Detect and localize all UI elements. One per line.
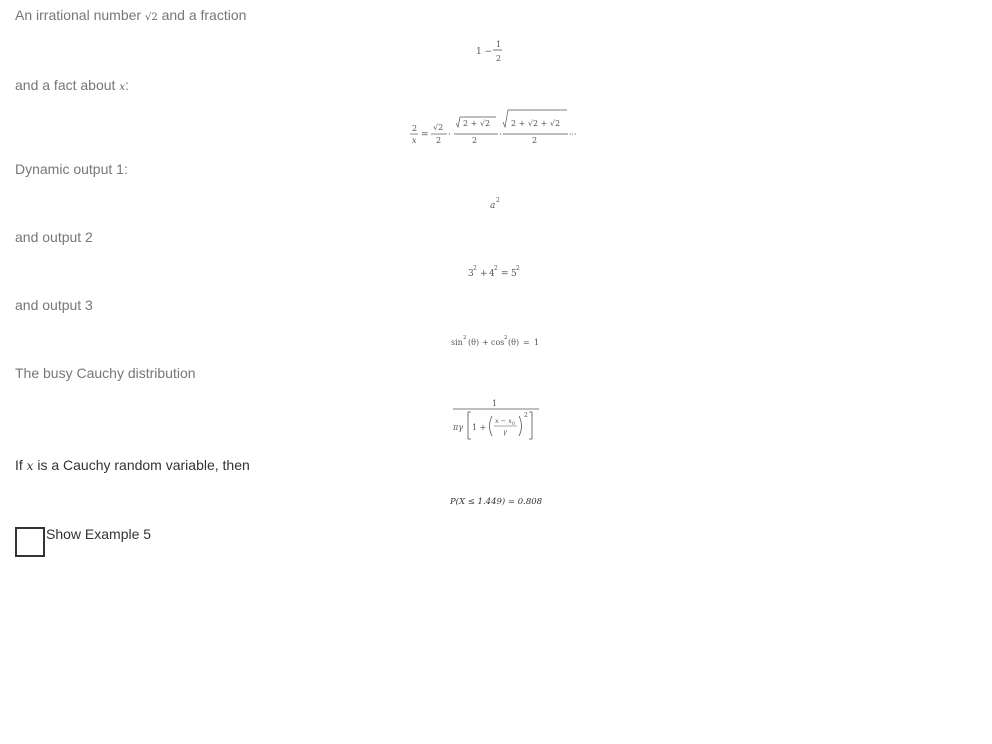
a-squared-svg: a 2: [490, 197, 500, 211]
intro-suffix: and a fraction: [161, 7, 247, 23]
cauchy-label: The busy Cauchy distribution: [15, 365, 196, 381]
example5-checkbox[interactable]: [15, 527, 45, 557]
cauchy-rv-var: x: [26, 459, 34, 473]
cauchy-rv-suffix: is a Cauchy random variable, then: [37, 457, 250, 473]
viete-lhs-den: x: [412, 136, 417, 145]
viete-dot-1: ·: [448, 130, 451, 140]
pyth-a-exp: 2: [473, 265, 477, 272]
trig-sin-exp: 2: [463, 335, 467, 341]
pythagoras-svg: 3 2 + 4 2 = 5 2: [468, 265, 520, 279]
trig-svg: sin 2 (θ) + cos 2 (θ) = 1: [451, 335, 539, 347]
equation-a-squared: a 2: [0, 195, 992, 211]
equation-viete: 2 x = √2 2 · 2 + √2 2 · 2 + √2 + √2 2 ··…: [0, 108, 992, 148]
cauchy-inner-den: γ: [503, 428, 507, 436]
equation-one-minus-half: 1 − 1 2: [0, 40, 992, 64]
cauchy-rv-prefix: If: [15, 457, 23, 473]
trig-plus: +: [482, 338, 489, 347]
a-squared-exp: 2: [496, 197, 500, 204]
trig-sin: sin: [451, 338, 463, 347]
viete-dot-2: ·: [499, 130, 502, 140]
viete-t2-num: 2 + √2: [463, 119, 490, 128]
equation-probability: P(X ≤ 1.449) = 0.808: [0, 492, 992, 508]
trig-cos: cos: [491, 338, 504, 347]
viete-t1-num: √2: [433, 123, 443, 132]
pyth-b-exp: 2: [494, 265, 498, 272]
trig-rhs: 1: [534, 338, 539, 347]
cauchy-exp: 2: [524, 412, 528, 419]
equation-trig-identity: sin 2 (θ) + cos 2 (θ) = 1: [0, 332, 992, 348]
cauchy-pi-gamma: πγ: [452, 423, 463, 432]
equation-cauchy-pdf: 1 πγ 1 + x − x 0 γ 2: [0, 396, 992, 444]
trig-equals: =: [523, 338, 530, 347]
fact-text: and a fact about x:: [15, 77, 129, 96]
dynamic3-label: and output 3: [15, 297, 93, 313]
equation-pythagoras: 3 2 + 4 2 = 5 2: [0, 263, 992, 279]
intro-text: An irrational number √2 and a fraction: [15, 7, 246, 26]
example5-label[interactable]: Show Example 5: [46, 526, 151, 543]
pyth-equals: =: [501, 269, 509, 279]
fact-prefix: and a fact about: [15, 77, 116, 93]
trig-sin-arg: (θ): [468, 338, 479, 347]
pyth-plus: +: [480, 269, 488, 279]
fraction-lhs: 1 −: [476, 47, 492, 57]
viete-ellipsis: ···: [569, 130, 577, 139]
viete-t1-den: 2: [436, 136, 441, 145]
trig-cos-exp: 2: [504, 335, 508, 341]
intro-prefix: An irrational number: [15, 7, 142, 23]
page: An irrational number √2 and a fraction 1…: [0, 0, 992, 744]
fact-suffix: :: [124, 77, 129, 93]
cauchy-svg: 1 πγ 1 + x − x 0 γ 2: [452, 399, 539, 440]
viete-t3-den: 2: [532, 136, 537, 145]
cauchy-num: 1: [492, 399, 497, 408]
viete-t2-den: 2: [472, 136, 477, 145]
viete-lhs-num: 2: [412, 124, 417, 133]
fraction-svg: 1 − 1 2: [476, 40, 502, 63]
sqrt-two-inline: √2: [144, 12, 158, 23]
probability-text: P(X ≤ 1.449) = 0.808: [449, 496, 543, 507]
fraction-denominator: 2: [496, 54, 501, 63]
viete-t3-num: 2 + √2 + √2: [511, 119, 560, 128]
trig-cos-arg: (θ): [508, 338, 519, 347]
viete-equals: =: [421, 130, 429, 140]
cauchy-rv-text: If x is a Cauchy random variable, then: [15, 457, 250, 475]
dynamic2-label: and output 2: [15, 229, 93, 245]
fraction-numerator: 1: [496, 40, 501, 49]
cauchy-one-plus: 1 +: [472, 423, 486, 432]
dynamic1-label: Dynamic output 1:: [15, 161, 128, 177]
probability-svg: P(X ≤ 1.449) = 0.808: [449, 496, 543, 507]
a-squared-base: a: [490, 201, 495, 211]
viete-svg: 2 x = √2 2 · 2 + √2 2 · 2 + √2 + √2 2 ··…: [410, 109, 577, 145]
cauchy-inner-num: x − x: [495, 417, 512, 425]
pyth-c-exp: 2: [516, 265, 520, 272]
